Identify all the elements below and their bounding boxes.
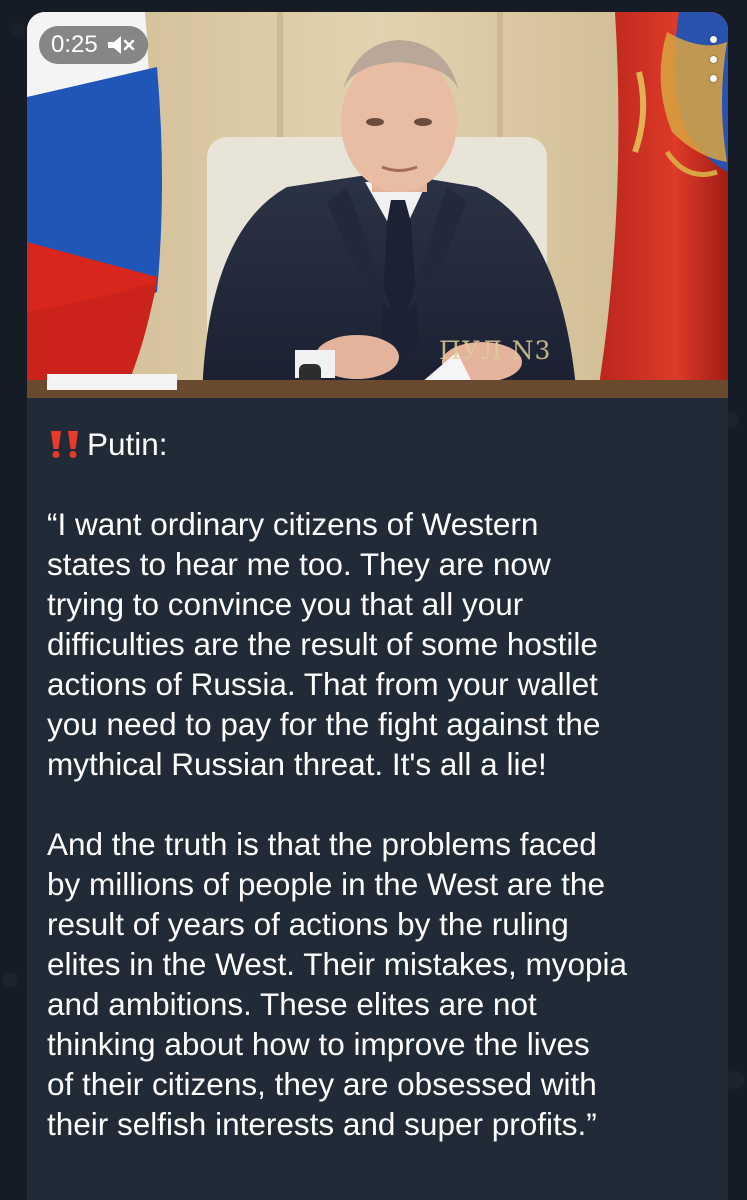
video-duration-badge[interactable]: 0:25 (39, 26, 148, 64)
message-line: states to hear me too. They are now (47, 546, 551, 582)
video-frame (27, 12, 728, 398)
paragraph-break (47, 784, 717, 824)
video-player[interactable]: 0:25 ПУЛ N3 (27, 12, 728, 398)
message-text: Putin: “I want ordinary citizens of West… (47, 424, 717, 1144)
message-line: mythical Russian threat. It's all a lie! (47, 746, 547, 782)
more-vertical-icon[interactable] (708, 36, 718, 82)
message-line: you need to pay for the fight against th… (47, 706, 601, 742)
message-line: difficulties are the result of some host… (47, 626, 598, 662)
message-line: and ambitions. These elites are not (47, 986, 537, 1022)
message-line: thinking about how to improve the lives (47, 1026, 590, 1062)
speaker-name: Putin: (87, 426, 168, 462)
message-bubble: 0:25 ПУЛ N3 Putin: “I want ordinary citi… (27, 12, 728, 1200)
double-exclamation-icon (47, 429, 83, 459)
message-line: result of years of actions by the ruling (47, 906, 569, 942)
message-line: elites in the West. Their mistakes, myop… (47, 946, 628, 982)
message-line: And the truth is that the problems faced (47, 826, 597, 862)
message-line: trying to convince you that all your (47, 586, 524, 622)
message-heading: Putin: (47, 424, 717, 464)
video-duration: 0:25 (51, 31, 98, 58)
video-watermark: ПУЛ N3 (439, 336, 552, 365)
message-line: by millions of people in the West are th… (47, 866, 605, 902)
message-line: actions of Russia. That from your wallet (47, 666, 598, 702)
message-line: “I want ordinary citizens of Western (47, 506, 539, 542)
speaker-muted-icon[interactable] (106, 34, 136, 56)
message-line: their selfish interests and super profit… (47, 1106, 597, 1142)
message-line: of their citizens, they are obsessed wit… (47, 1066, 597, 1102)
